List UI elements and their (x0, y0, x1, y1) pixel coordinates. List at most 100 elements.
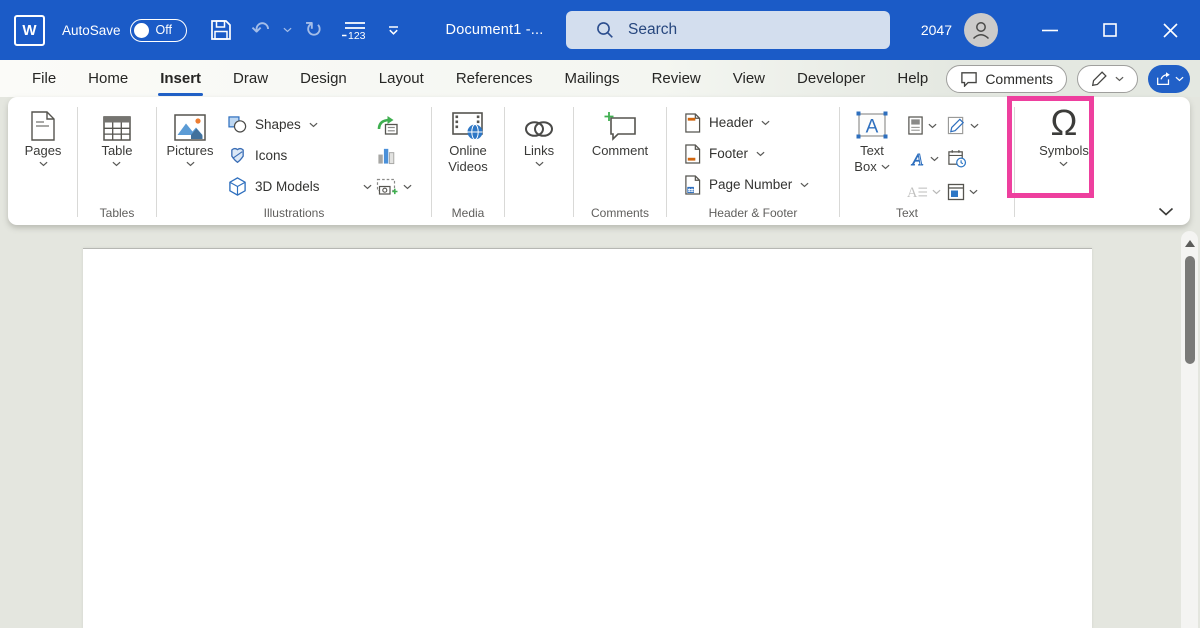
tab-mailings[interactable]: Mailings (549, 60, 636, 97)
pages-group: Pages (12, 97, 74, 225)
quick-parts-chevron-icon (928, 123, 937, 129)
links-icon (522, 107, 556, 141)
quick-parts-button[interactable] (907, 116, 947, 135)
page-number-button[interactable]: Page Number (684, 169, 809, 200)
symbols-label: Symbols (1039, 143, 1089, 159)
group-separator (666, 107, 667, 217)
tab-references[interactable]: References (440, 60, 549, 97)
header-button[interactable]: Header (684, 107, 770, 138)
smartart-button[interactable] (376, 109, 398, 140)
chart-button[interactable] (376, 140, 396, 171)
online-videos-label: Online Videos (442, 143, 494, 176)
shapes-button[interactable]: Shapes (228, 109, 318, 140)
shapes-chevron-icon (309, 122, 318, 128)
collapse-ribbon-chevron-icon (1158, 207, 1174, 216)
tab-home[interactable]: Home (72, 60, 144, 97)
links-label: Links (524, 143, 554, 159)
svg-text:A: A (911, 150, 923, 168)
tab-insert[interactable]: Insert (144, 60, 217, 97)
share-chevron-icon (1175, 76, 1184, 82)
pictures-chevron-icon (186, 161, 195, 167)
screenshot-button[interactable] (376, 171, 412, 202)
header-chevron-icon (761, 120, 770, 126)
object-button[interactable] (947, 183, 1003, 201)
tab-file[interactable]: File (16, 60, 72, 97)
shapes-icon (228, 116, 247, 133)
autosave-control[interactable]: AutoSave Off (62, 19, 187, 42)
links-button[interactable]: Links (522, 107, 556, 167)
minimize-button[interactable] (1020, 0, 1080, 60)
table-button[interactable]: Table (101, 107, 132, 167)
illustrations-group-label: Illustrations (160, 206, 428, 220)
page-number-label: Page Number (709, 177, 792, 192)
vertical-scrollbar[interactable] (1181, 231, 1198, 628)
user-badge: 2047 (921, 22, 952, 38)
svg-text:A: A (866, 117, 879, 138)
tab-draw[interactable]: Draw (217, 60, 284, 97)
undo-button[interactable]: ↶ (243, 12, 279, 48)
numbering-button[interactable]: 123 (336, 12, 372, 48)
drop-cap-chevron-icon (932, 189, 941, 195)
3d-models-button[interactable]: 3D Models (228, 171, 376, 202)
maximize-icon (1103, 23, 1117, 37)
group-separator (156, 107, 157, 217)
footer-button[interactable]: Footer (684, 138, 765, 169)
icons-button[interactable]: Icons (228, 140, 287, 171)
autosave-toggle[interactable]: Off (130, 19, 187, 42)
editing-mode-button[interactable] (1077, 65, 1138, 93)
active-tab-indicator (158, 93, 203, 96)
redo-icon: ↻ (304, 19, 322, 41)
signature-line-button[interactable] (947, 116, 1003, 135)
text-group: A Text Box (843, 97, 1011, 225)
header-label: Header (709, 115, 753, 130)
comment-label: Comment (592, 143, 648, 159)
wordart-button[interactable]: A (907, 150, 947, 168)
comments-button-label: Comments (985, 71, 1053, 87)
pictures-button[interactable]: Pictures (160, 107, 220, 167)
close-button[interactable] (1140, 0, 1200, 60)
date-time-button[interactable] (947, 149, 1003, 168)
numbering-123-icon: 123 (341, 20, 367, 41)
save-button[interactable] (203, 12, 239, 48)
text-box-label-line2: Box (854, 159, 876, 175)
table-label: Table (101, 143, 132, 159)
tab-help[interactable]: Help (881, 60, 944, 97)
document-page[interactable] (83, 248, 1092, 628)
text-box-button[interactable]: A Text Box (843, 107, 901, 176)
symbols-button[interactable]: Ω Symbols (1039, 107, 1089, 167)
tab-layout[interactable]: Layout (363, 60, 440, 97)
ribbon-tabs: File Home Insert Draw Design Layout Refe… (16, 60, 944, 97)
maximize-button[interactable] (1080, 0, 1140, 60)
title-bar: W AutoSave Off ↶ ↻ 123 (0, 0, 1200, 60)
scroll-up-arrow-icon[interactable] (1185, 240, 1195, 247)
comments-button[interactable]: Comments (946, 65, 1067, 93)
comment-button[interactable]: Comment (592, 107, 648, 159)
tables-group: Table Tables (81, 97, 153, 225)
pictures-icon (174, 107, 206, 141)
media-group: Online Videos Media (435, 97, 501, 225)
smartart-icon (376, 115, 398, 135)
tab-view[interactable]: View (717, 60, 781, 97)
customize-qat-dropdown[interactable] (376, 12, 412, 48)
collapse-ribbon-button[interactable] (1158, 207, 1174, 216)
tab-review[interactable]: Review (636, 60, 717, 97)
pages-button[interactable]: Pages (25, 107, 62, 167)
search-input[interactable]: Search (566, 11, 890, 49)
svg-text:A: A (907, 185, 918, 200)
tab-design[interactable]: Design (284, 60, 363, 97)
minimize-icon (1042, 29, 1058, 32)
group-separator (839, 107, 840, 217)
online-videos-button[interactable]: Online Videos (442, 107, 494, 176)
undo-dropdown-chevron[interactable] (283, 27, 292, 33)
share-button[interactable] (1148, 65, 1190, 93)
ribbon-tab-bar: File Home Insert Draw Design Layout Refe… (0, 60, 1200, 97)
table-chevron-icon (112, 161, 121, 167)
account-avatar[interactable] (964, 13, 998, 47)
icons-icon (228, 147, 247, 164)
word-logo-letter: W (22, 22, 36, 39)
scrollbar-thumb[interactable] (1185, 256, 1195, 364)
redo-button[interactable]: ↻ (296, 12, 332, 48)
tab-developer[interactable]: Developer (781, 60, 881, 97)
drop-cap-button[interactable]: A (907, 184, 947, 200)
word-app-icon[interactable]: W (14, 15, 45, 46)
